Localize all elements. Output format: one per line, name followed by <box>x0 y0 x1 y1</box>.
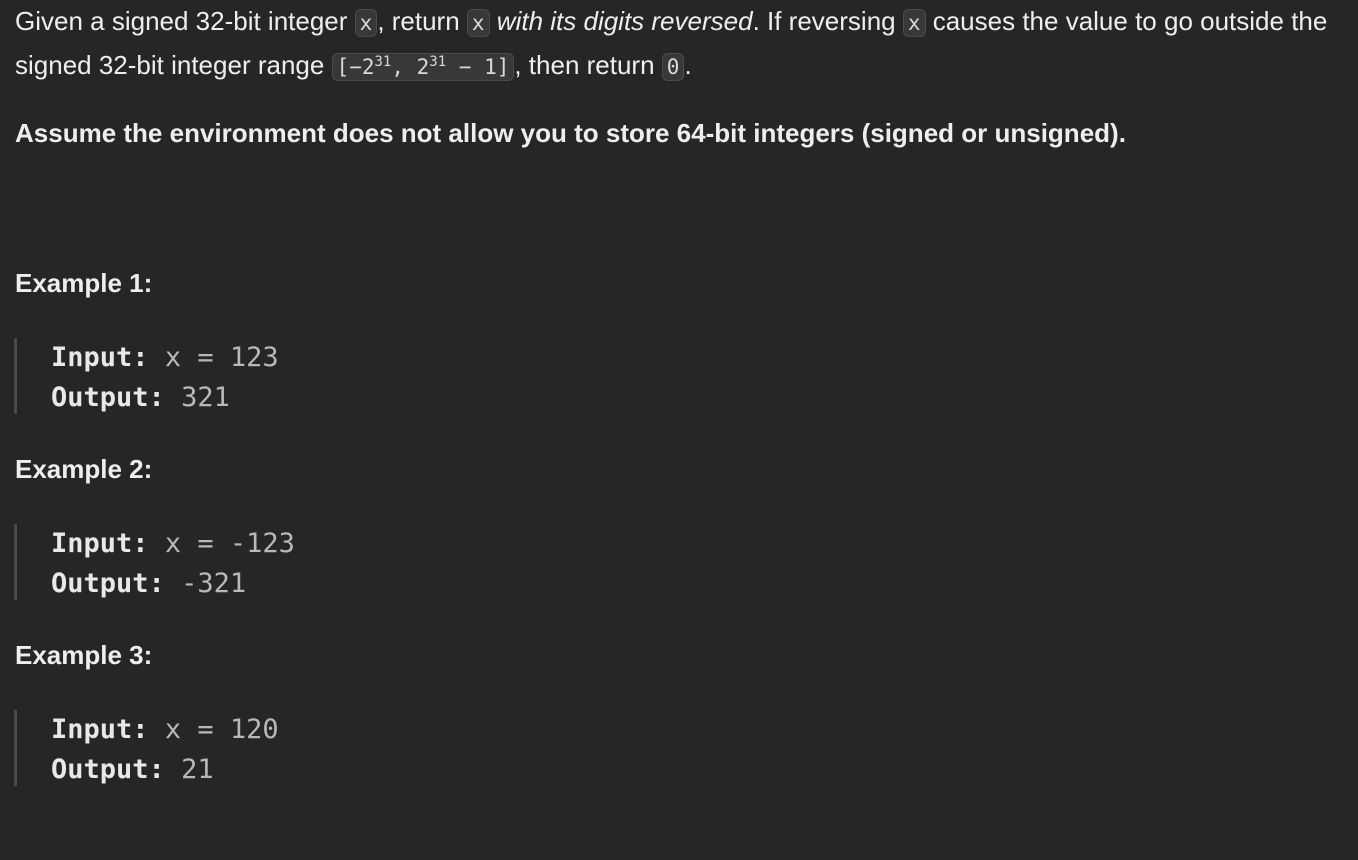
input-value: x = 123 <box>164 342 279 373</box>
inline-code-zero: 0 <box>661 53 685 81</box>
emphasis-text: with its digits reversed <box>496 6 753 36</box>
example-title: Example 3: <box>15 640 153 670</box>
constraint-note: Assume the environment does not allow yo… <box>15 118 1126 148</box>
inline-code-x: x <box>902 9 926 37</box>
output-label: Output: <box>51 382 165 413</box>
inline-code-x: x <box>466 9 490 37</box>
problem-description: Given a signed 32-bit integer x, return … <box>0 0 1358 860</box>
input-label: Input: <box>51 714 149 745</box>
input-label: Input: <box>51 528 149 559</box>
example-title: Example 2: <box>15 454 153 484</box>
output-value: -321 <box>181 568 247 599</box>
example-title: Example 1: <box>15 268 153 298</box>
problem-statement: Given a signed 32-bit integer x, return … <box>15 0 1350 88</box>
statement-text: , then return <box>514 50 662 80</box>
example-block: Input: x = -123 Output: -321 <box>14 524 451 600</box>
statement-text: , return <box>377 6 467 36</box>
statement-text: . <box>684 50 692 80</box>
output-label: Output: <box>51 754 165 785</box>
statement-text: . If reversing <box>752 6 903 36</box>
input-label: Input: <box>51 342 149 373</box>
output-value: 321 <box>181 382 230 413</box>
input-value: x = 120 <box>164 714 279 745</box>
output-value: 21 <box>181 754 214 785</box>
example-block: Input: x = 123 Output: 321 <box>14 338 451 414</box>
output-label: Output: <box>51 568 165 599</box>
input-value: x = -123 <box>164 528 295 559</box>
statement-text: Given a signed 32-bit integer <box>15 6 355 36</box>
example-block: Input: x = 120 Output: 21 <box>14 710 451 786</box>
inline-code-x: x <box>354 9 378 37</box>
inline-code-range: [−231, 231 − 1] <box>331 53 515 81</box>
